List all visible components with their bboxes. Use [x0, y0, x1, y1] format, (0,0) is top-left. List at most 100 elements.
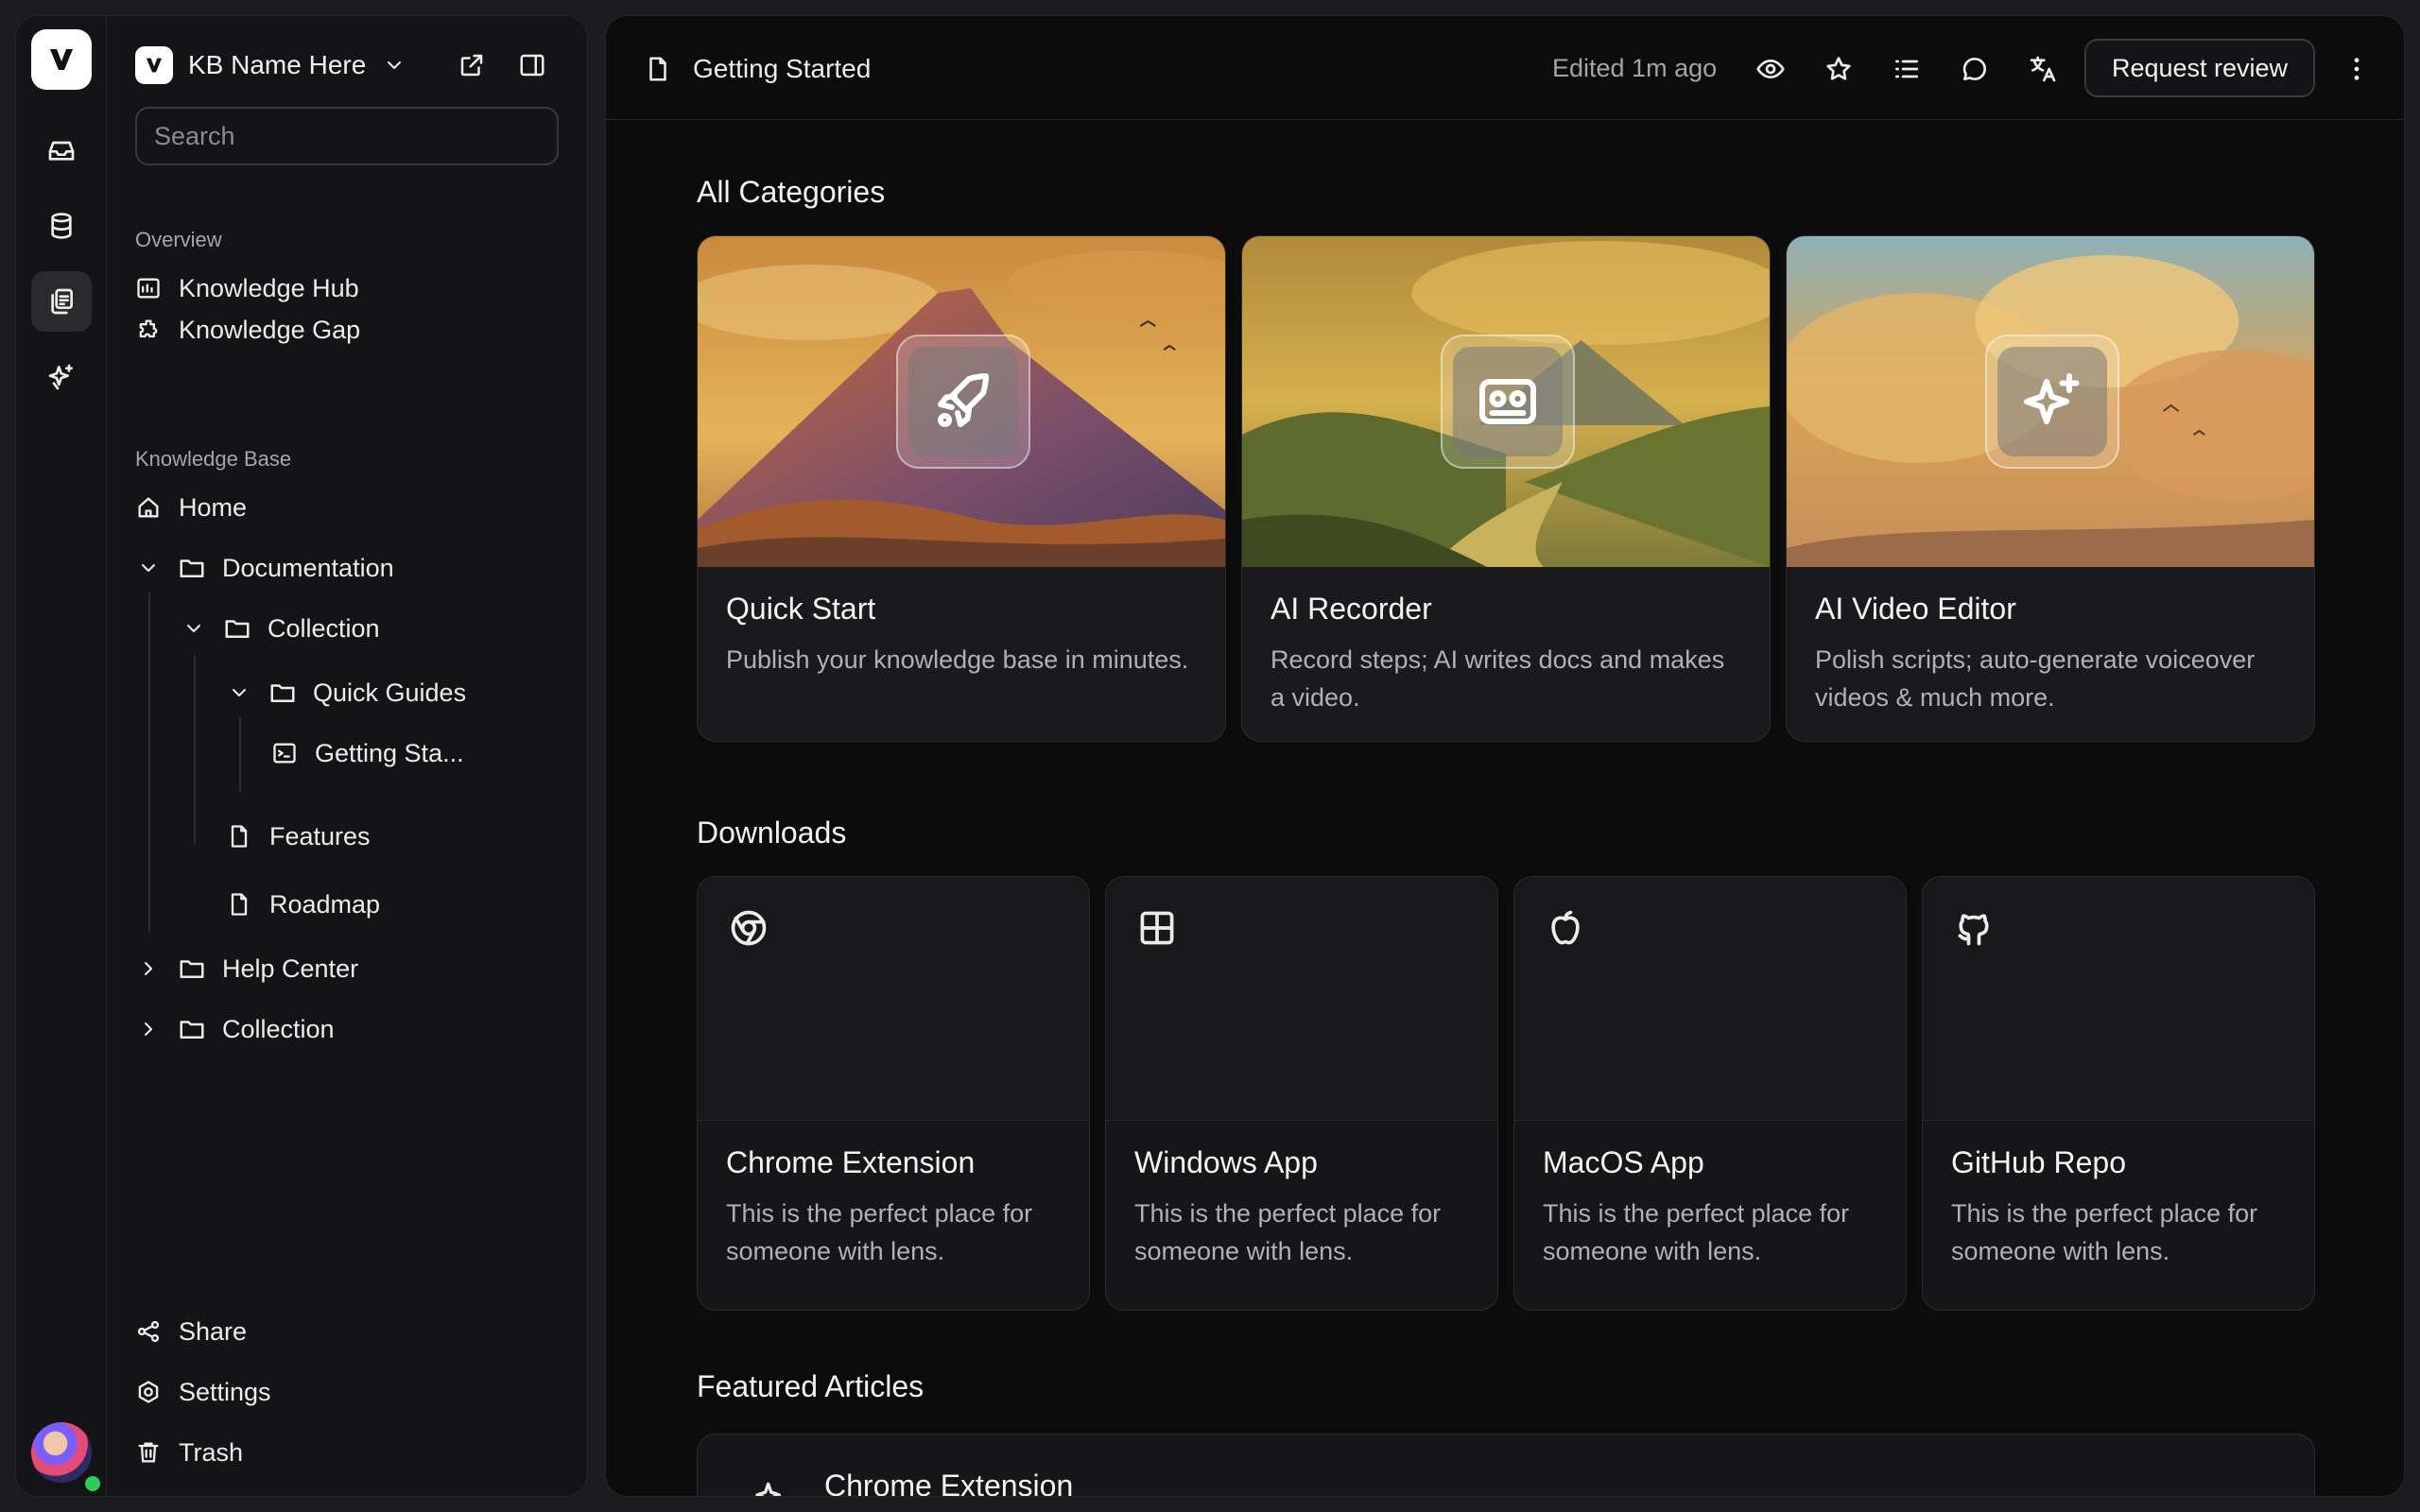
- tree-guide-line: [148, 593, 150, 933]
- download-description: This is the perfect place for someone wi…: [1543, 1199, 1850, 1265]
- page-title: Getting Started: [644, 48, 871, 90]
- folder-icon: [180, 960, 204, 978]
- sidebar-item-label: Knowledge Gap: [179, 315, 361, 344]
- chevron-down-icon: [187, 625, 200, 632]
- gear-icon: [138, 1381, 159, 1403]
- featured-article-card[interactable]: Chrome Extension: [697, 1434, 2315, 1497]
- tree-guide-line: [239, 717, 241, 793]
- sidebar-item-label: Knowledge Hub: [179, 273, 359, 302]
- workspace-logo: [135, 46, 173, 84]
- share-button[interactable]: Share: [133, 1309, 247, 1354]
- sidebar-item-knowledge-gap[interactable]: Knowledge Gap: [133, 307, 360, 352]
- workspace-name: KB Name Here: [188, 50, 367, 79]
- tree-item-label: Features: [269, 821, 371, 850]
- inbox-button[interactable]: [31, 120, 92, 180]
- download-card-macos-app[interactable]: MacOS App This is the perfect place for …: [1513, 876, 1907, 1311]
- category-card-ai-recorder[interactable]: AI Recorder Record steps; AI writes docs…: [1241, 235, 1771, 742]
- document-icon: [649, 57, 666, 81]
- tree-item-label: Collection: [268, 613, 380, 643]
- download-card-windows-app[interactable]: Windows App This is the perfect place fo…: [1105, 876, 1498, 1311]
- comment-icon: [1962, 57, 1986, 80]
- request-review-button[interactable]: Request review: [2084, 39, 2315, 97]
- download-icon-wrap: [1543, 905, 1588, 951]
- tree-item-documentation[interactable]: Documentation: [133, 545, 394, 591]
- download-card-github-repo[interactable]: GitHub Repo This is the perfect place fo…: [1922, 876, 2315, 1311]
- download-title: Chrome Extension: [726, 1145, 976, 1179]
- category-title: AI Recorder: [1270, 592, 1432, 626]
- sparkles-icon: [755, 1482, 781, 1496]
- app-logo[interactable]: [31, 29, 92, 90]
- download-title: GitHub Repo: [1951, 1145, 2126, 1179]
- download-description: This is the perfect place for someone wi…: [726, 1199, 1033, 1265]
- overview-section-label: Overview: [135, 228, 222, 251]
- featured-article-title: Chrome Extension: [824, 1469, 1074, 1497]
- online-status-dot: [82, 1473, 103, 1494]
- sidebar: KB Name Here Overview Knowledge Hub Know…: [106, 15, 588, 1497]
- settings-button[interactable]: Settings: [133, 1369, 271, 1415]
- comments-button[interactable]: [1954, 48, 1996, 90]
- download-description: This is the perfect place for someone wi…: [1951, 1199, 2258, 1265]
- tree-item-help-center[interactable]: Help Center: [133, 946, 358, 991]
- download-card-chrome-extension[interactable]: Chrome Extension This is the perfect pla…: [697, 876, 1090, 1311]
- ai-button[interactable]: [31, 347, 92, 407]
- translate-icon: [2030, 56, 2056, 82]
- tree-item-label: Getting Sta...: [315, 738, 464, 767]
- folder-icon: [270, 684, 295, 702]
- tree-guide-line: [194, 655, 196, 844]
- tree-item-label: Help Center: [222, 954, 359, 983]
- category-description: Publish your knowledge base in minutes.: [726, 645, 1189, 674]
- chevron-down-icon: [142, 564, 155, 572]
- share-label: Share: [179, 1316, 248, 1346]
- sidebar-item-knowledge-hub[interactable]: Knowledge Hub: [133, 266, 359, 311]
- database-button[interactable]: [31, 196, 92, 256]
- tree-item-label: Documentation: [222, 553, 394, 582]
- tree-item-getting-started[interactable]: Getting Sta...: [269, 730, 464, 776]
- documents-icon: [51, 288, 73, 315]
- avatar[interactable]: [31, 1422, 92, 1483]
- category-description: Record steps; AI writes docs and makes a…: [1270, 645, 1725, 712]
- download-description: This is the perfect place for someone wi…: [1134, 1199, 1442, 1265]
- download-title: Windows App: [1134, 1145, 1318, 1179]
- list-icon: [1895, 60, 1918, 78]
- edited-status: Edited 1m ago: [1552, 54, 1718, 82]
- sidebar-panel-icon: [520, 54, 544, 77]
- category-badge: [896, 335, 1030, 469]
- tree-item-quick-guides[interactable]: Quick Guides: [224, 670, 466, 715]
- tree-item-home[interactable]: Home: [133, 485, 247, 530]
- workspace-switcher[interactable]: KB Name Here: [135, 44, 406, 86]
- apple-icon: [1551, 910, 1580, 945]
- dashboard-icon: [137, 278, 160, 299]
- tree-item-collection-2[interactable]: Collection: [133, 1006, 335, 1052]
- trash-icon: [138, 1442, 159, 1463]
- knowledge-base-button[interactable]: [31, 271, 92, 332]
- preview-button[interactable]: [1750, 48, 1791, 90]
- folder-icon: [180, 559, 204, 577]
- trash-button[interactable]: Trash: [133, 1430, 243, 1475]
- outline-button[interactable]: [1886, 48, 1927, 90]
- category-card-quick-start[interactable]: Quick Start Publish your knowledge base …: [697, 235, 1226, 742]
- folder-icon: [180, 1021, 204, 1039]
- favorite-button[interactable]: [1818, 48, 1859, 90]
- category-title: Quick Start: [726, 592, 876, 626]
- toggle-sidebar-button[interactable]: [511, 44, 553, 86]
- settings-label: Settings: [179, 1377, 271, 1406]
- inbox-icon: [48, 141, 75, 161]
- tree-item-label: Quick Guides: [313, 678, 467, 707]
- tree-item-label: Collection: [222, 1014, 335, 1043]
- chevron-down-icon: [233, 689, 246, 696]
- open-external-button[interactable]: [451, 44, 493, 86]
- translate-button[interactable]: [2022, 48, 2064, 90]
- more-vertical-icon: [2354, 58, 2360, 80]
- download-title: MacOS App: [1543, 1145, 1704, 1179]
- more-options-button[interactable]: [2336, 48, 2377, 90]
- category-card-ai-video-editor[interactable]: AI Video Editor Polish scripts; auto-gen…: [1786, 235, 2315, 742]
- brand-logo-icon: [147, 58, 162, 73]
- brand-logo-icon: [50, 49, 73, 70]
- tree-item-collection[interactable]: Collection: [179, 606, 380, 651]
- search-input[interactable]: [135, 107, 559, 165]
- terminal-doc-icon: [273, 743, 296, 764]
- external-link-icon: [460, 54, 483, 77]
- tree-item-features[interactable]: Features: [224, 814, 371, 859]
- chrome-icon: [731, 910, 767, 946]
- tree-item-roadmap[interactable]: Roadmap: [224, 882, 380, 927]
